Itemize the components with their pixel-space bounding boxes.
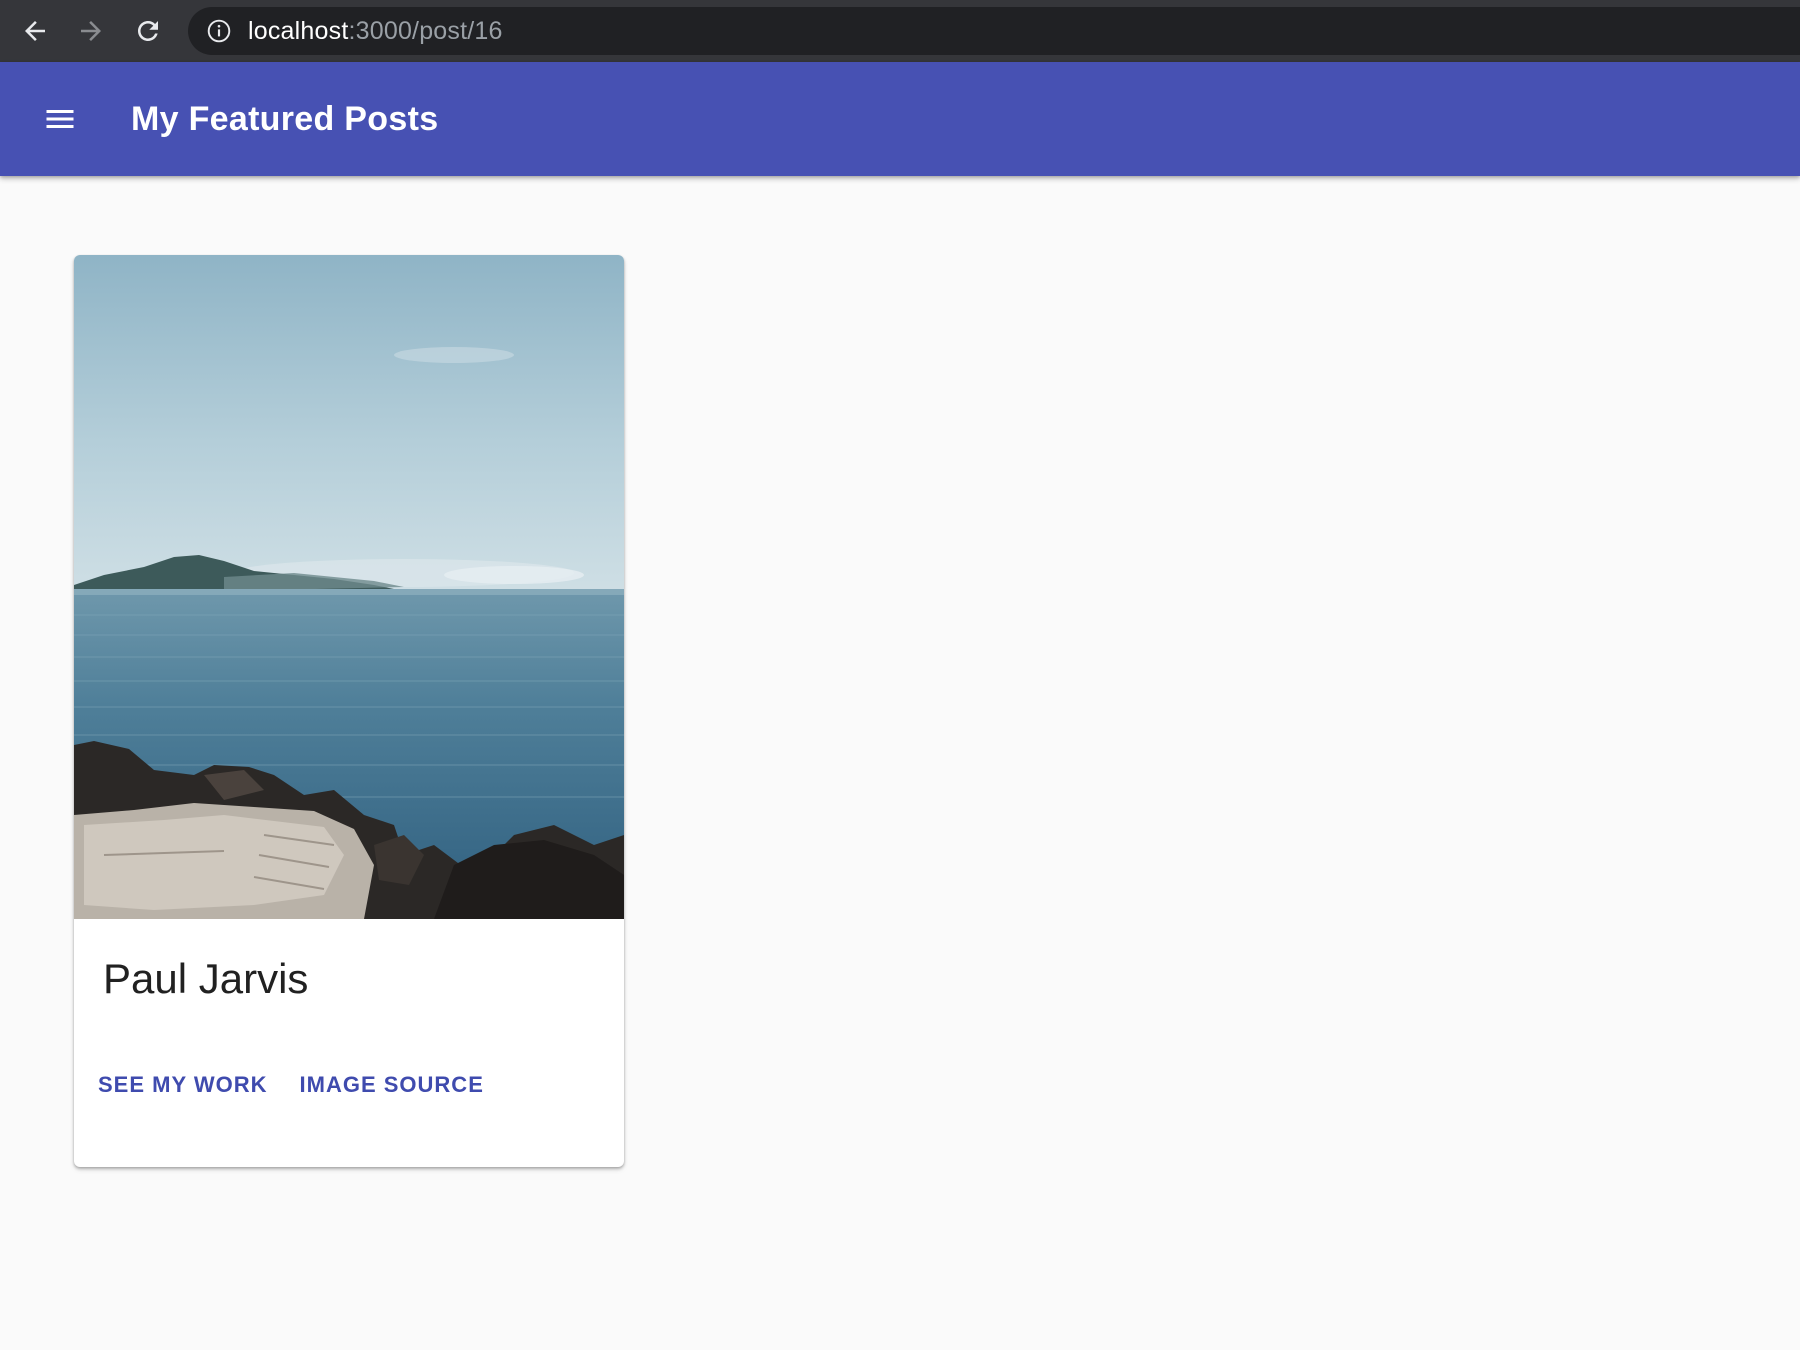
post-author: Paul Jarvis	[103, 955, 309, 1002]
menu-button[interactable]	[36, 95, 84, 143]
post-image	[74, 255, 624, 919]
address-bar[interactable]: localhost:3000/post/16	[188, 7, 1800, 55]
page-title: My Featured Posts	[131, 100, 439, 138]
url-path: :3000/post/16	[348, 17, 503, 45]
see-my-work-button[interactable]: SEE MY WORK	[88, 1062, 278, 1108]
reload-icon	[138, 21, 158, 41]
arrow-left-icon	[25, 21, 45, 41]
forward-button[interactable]	[71, 12, 111, 50]
post-card: Paul Jarvis SEE MY WORK IMAGE SOURCE	[74, 255, 624, 1167]
hamburger-menu-icon	[46, 110, 74, 128]
browser-toolbar: localhost:3000/post/16	[0, 0, 1800, 62]
url-host: localhost	[248, 17, 349, 45]
card-actions: SEE MY WORK IMAGE SOURCE	[88, 1061, 506, 1109]
reload-button[interactable]	[128, 12, 168, 50]
back-button[interactable]	[15, 12, 55, 50]
arrow-right-icon	[81, 21, 101, 41]
image-source-button[interactable]: IMAGE SOURCE	[290, 1062, 494, 1108]
info-icon[interactable]	[206, 18, 232, 44]
url-text[interactable]: localhost:3000/post/16	[248, 18, 503, 44]
app-bar: My Featured Posts	[0, 62, 1800, 176]
